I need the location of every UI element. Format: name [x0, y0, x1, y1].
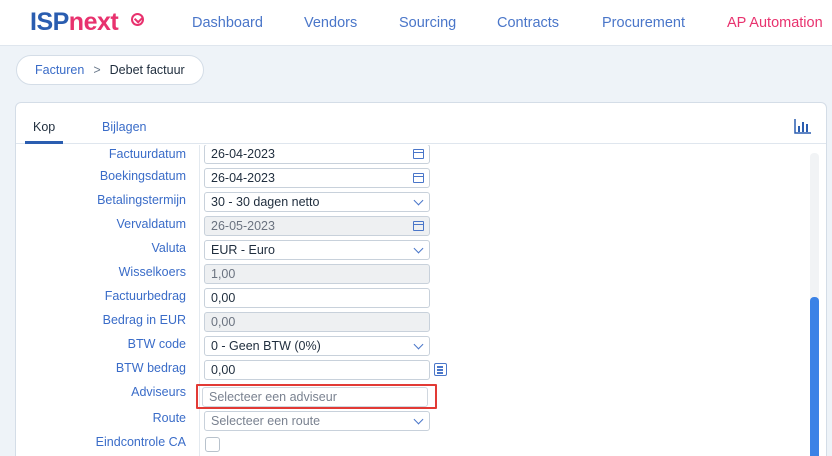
chevron-down-icon	[413, 414, 424, 425]
check-circle-icon	[131, 13, 144, 26]
boekingsdatum-value: 26-04-2023	[211, 171, 275, 185]
label-route: Route	[152, 411, 186, 425]
form-divider	[199, 145, 200, 456]
label-bedrag-eur: Bedrag in EUR	[102, 313, 186, 327]
btw-bedrag-input[interactable]: 0,00	[204, 360, 430, 380]
invoice-card: Kop Bijlagen Factuurdatum 26-04-2023 Boe…	[15, 102, 827, 456]
nav-sourcing[interactable]: Sourcing	[399, 15, 456, 31]
nav-procurement[interactable]: Procurement	[602, 15, 685, 31]
factuurdatum-field[interactable]: 26-04-2023	[204, 145, 430, 164]
route-select[interactable]: Selecteer een route	[204, 411, 430, 431]
chevron-down-icon	[413, 195, 424, 206]
label-btw-bedrag: BTW bedrag	[115, 361, 186, 375]
label-boekingsdatum: Boekingsdatum	[99, 169, 186, 183]
label-valuta: Valuta	[151, 241, 186, 255]
label-adviseurs: Adviseurs	[131, 385, 186, 399]
label-factuurdatum: Factuurdatum	[108, 147, 186, 161]
active-tab-indicator	[25, 141, 63, 144]
wisselkoers-value: 1,00	[211, 267, 236, 281]
calculator-icon[interactable]	[434, 363, 447, 376]
tab-bar: Kop Bijlagen	[16, 103, 826, 144]
valuta-value: EUR - Euro	[211, 243, 275, 257]
bar-chart-icon[interactable]	[794, 118, 812, 134]
breadcrumb-current: Debet factuur	[109, 63, 185, 77]
calendar-icon[interactable]	[413, 173, 424, 183]
nav-contracts[interactable]: Contracts	[497, 15, 559, 31]
label-btw-code: BTW code	[127, 337, 186, 351]
vervaldatum-field[interactable]: 26-05-2023	[204, 216, 430, 236]
breadcrumb-separator: >	[93, 63, 101, 77]
invoice-form: Factuurdatum 26-04-2023 Boekingsdatum 26…	[16, 145, 806, 456]
tab-kop[interactable]: Kop	[33, 120, 55, 134]
logo-text-next: next	[68, 8, 119, 36]
nav-vendors[interactable]: Vendors	[304, 15, 357, 31]
highlight-box	[196, 384, 437, 409]
vervaldatum-value: 26-05-2023	[211, 219, 275, 233]
chevron-down-icon	[413, 243, 424, 254]
label-eindcontrole: Eindcontrole CA	[95, 435, 186, 449]
tab-bijlagen[interactable]: Bijlagen	[102, 120, 146, 134]
top-header: ISP next Dashboard Vendors Sourcing Contr…	[0, 0, 832, 46]
ispnext-logo[interactable]: ISP next	[30, 8, 144, 38]
valuta-select[interactable]: EUR - Euro	[204, 240, 430, 260]
factuurbedrag-input[interactable]: 0,00	[204, 288, 430, 308]
factuurdatum-value: 26-04-2023	[211, 147, 275, 161]
label-vervaldatum: Vervaldatum	[116, 217, 186, 231]
btw-code-value: 0 - Geen BTW (0%)	[211, 339, 321, 353]
calendar-icon[interactable]	[413, 149, 424, 159]
logo-text-isp: ISP	[30, 8, 69, 36]
nav-ap-automation[interactable]: AP Automation	[727, 15, 823, 31]
label-factuurbedrag: Factuurbedrag	[104, 289, 186, 303]
breadcrumb-facturen[interactable]: Facturen	[35, 63, 84, 77]
btw-bedrag-value: 0,00	[211, 363, 236, 377]
eindcontrole-checkbox[interactable]	[205, 437, 220, 452]
nav-dashboard[interactable]: Dashboard	[192, 15, 263, 31]
betalingstermijn-value: 30 - 30 dagen netto	[211, 195, 320, 209]
scrollbar-thumb[interactable]	[810, 297, 819, 456]
label-betalingstermijn: Betalingstermijn	[97, 193, 186, 207]
betalingstermijn-select[interactable]: 30 - 30 dagen netto	[204, 192, 430, 212]
calendar-icon[interactable]	[413, 221, 424, 231]
bedrag-eur-field[interactable]: 0,00	[204, 312, 430, 332]
label-wisselkoers: Wisselkoers	[118, 265, 186, 279]
bedrag-eur-value: 0,00	[211, 315, 236, 329]
route-placeholder: Selecteer een route	[211, 414, 321, 428]
wisselkoers-field[interactable]: 1,00	[204, 264, 430, 284]
chevron-down-icon	[413, 339, 424, 350]
factuurbedrag-value: 0,00	[211, 291, 236, 305]
boekingsdatum-field[interactable]: 26-04-2023	[204, 168, 430, 188]
breadcrumb: Facturen > Debet factuur	[16, 55, 204, 85]
btw-code-select[interactable]: 0 - Geen BTW (0%)	[204, 336, 430, 356]
